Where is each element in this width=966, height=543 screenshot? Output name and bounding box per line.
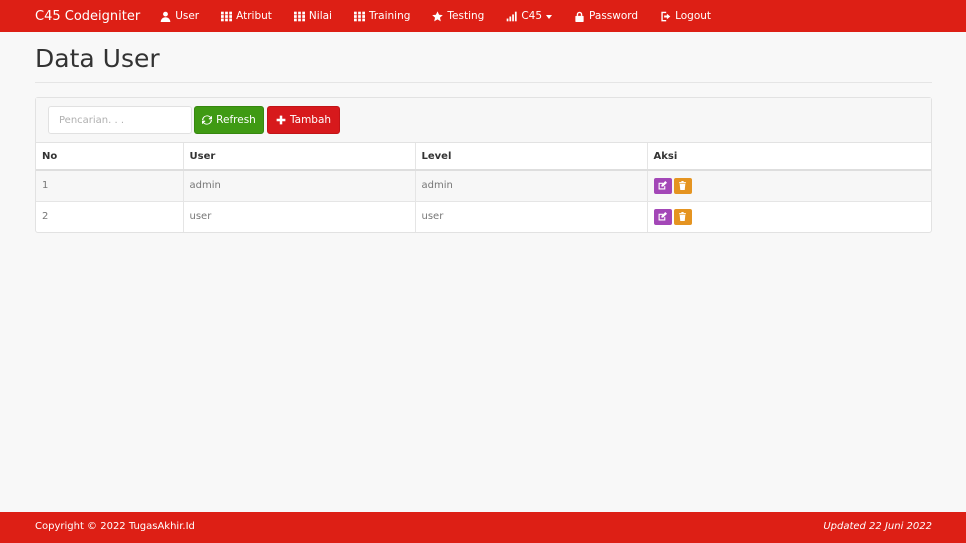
edit-button[interactable] [653, 208, 672, 225]
refresh-icon [202, 115, 213, 125]
cell-actions [647, 169, 931, 201]
table-row: 2 user user [36, 200, 931, 232]
navbar: C45 Codeigniter User Atribut Nilai Train… [0, 0, 966, 32]
nav-item-password[interactable]: Password [574, 10, 638, 22]
column-header-no[interactable]: No [36, 143, 184, 171]
lock-icon [574, 11, 585, 22]
add-button[interactable]: Tambah [267, 106, 340, 134]
table-header-row: No User Level Aksi [36, 143, 931, 171]
title-divider [35, 82, 932, 83]
add-button-label: Tambah [289, 114, 332, 126]
nav-item-testing-label: Testing [447, 10, 485, 22]
column-header-user[interactable]: User [183, 143, 416, 171]
signal-icon [506, 11, 517, 22]
user-table: No User Level Aksi 1 admin admin 2 user … [36, 143, 931, 232]
cell-actions [647, 200, 931, 232]
grid-icon [353, 11, 365, 22]
nav-item-user[interactable]: User [160, 10, 199, 22]
cell-user: admin [183, 169, 416, 201]
cell-level: admin [415, 169, 648, 201]
search-input[interactable] [48, 106, 192, 134]
star-icon [432, 10, 444, 22]
edit-icon [658, 212, 667, 221]
cell-no: 2 [36, 200, 184, 232]
logout-icon [660, 11, 671, 22]
nav-item-c45-label: C45 [521, 10, 543, 22]
delete-button[interactable] [673, 208, 692, 225]
nav-item-logout-label: Logout [675, 10, 712, 22]
grid-icon [293, 11, 305, 22]
edit-button[interactable] [653, 177, 672, 194]
plus-icon [276, 115, 286, 125]
nav-item-testing[interactable]: Testing [432, 10, 484, 22]
nav-item-training[interactable]: Training [353, 10, 411, 22]
trash-icon [679, 181, 686, 191]
nav-item-nilai[interactable]: Nilai [293, 10, 332, 22]
nav-item-atribut-label: Atribut [236, 10, 272, 22]
cell-user: user [183, 200, 416, 232]
page-title: Data User [35, 44, 160, 73]
cell-level: user [415, 200, 648, 232]
column-header-level[interactable]: Level [415, 143, 648, 171]
nav-item-logout[interactable]: Logout [660, 10, 711, 22]
cell-no: 1 [36, 169, 184, 201]
nav-item-password-label: Password [589, 10, 639, 22]
footer: Copyright © 2022 TugasAkhir.Id Updated 2… [0, 512, 966, 543]
nav-item-training-label: Training [368, 10, 411, 22]
nav-item-nilai-label: Nilai [308, 10, 332, 22]
edit-icon [658, 181, 667, 190]
caret-down-icon [546, 15, 553, 19]
trash-icon [679, 212, 686, 222]
refresh-button[interactable]: Refresh [194, 106, 264, 134]
nav-item-user-label: User [175, 10, 200, 22]
delete-button[interactable] [673, 177, 692, 194]
data-panel: Refresh Tambah No User Level Aksi 1 admi… [35, 97, 932, 233]
footer-updated: Updated 22 Juni 2022 [823, 521, 932, 532]
user-icon [160, 11, 171, 22]
table-row: 1 admin admin [36, 169, 931, 201]
refresh-button-label: Refresh [216, 114, 256, 126]
footer-copyright: Copyright © 2022 TugasAkhir.Id [35, 521, 195, 532]
column-header-aksi: Aksi [647, 143, 931, 171]
panel-toolbar: Refresh Tambah [36, 98, 931, 143]
navbar-brand[interactable]: C45 Codeigniter [35, 9, 140, 24]
nav-item-c45-dropdown[interactable]: C45 [506, 10, 553, 22]
nav-item-atribut[interactable]: Atribut [221, 10, 272, 22]
grid-icon [221, 11, 233, 22]
